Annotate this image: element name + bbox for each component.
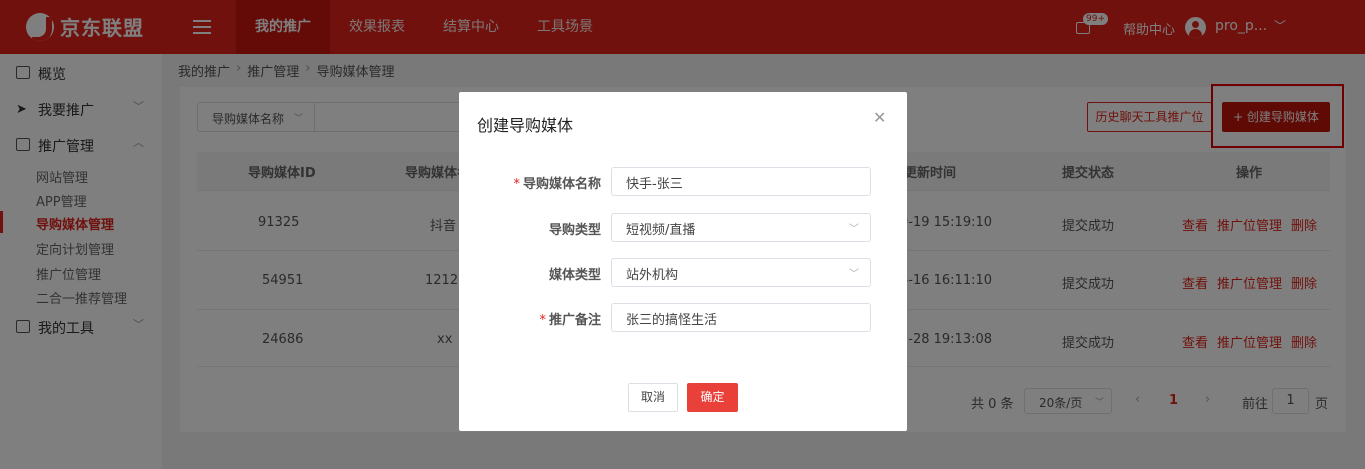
field-label-media-type: 媒体类型 <box>548 268 601 283</box>
field-label-text: 导购媒体名称 <box>522 177 601 192</box>
create-media-dialog: 创建导购媒体 ✕ * 导购媒体名称 快手-张三 导购类型 短视频/直播 ﹀ 媒体类… <box>459 92 907 431</box>
guide-type-select[interactable]: 短视频/直播 ﹀ <box>611 213 871 242</box>
required-mark: * <box>539 313 546 328</box>
field-label-text: 推广备注 <box>548 313 601 328</box>
field-label-remark: * 推广备注 <box>499 309 601 328</box>
chevron-down-icon: ﹀ <box>849 224 859 235</box>
media-type-select[interactable]: 站外机构 ﹀ <box>611 258 871 287</box>
confirm-button[interactable]: 确定 <box>687 383 738 412</box>
remark-input[interactable]: 张三的搞怪生活 <box>611 303 871 332</box>
close-icon[interactable]: ✕ <box>873 108 886 127</box>
chevron-down-icon: ﹀ <box>849 269 859 280</box>
required-mark: * <box>513 177 520 192</box>
field-label-guide-type: 导购类型 <box>548 223 601 238</box>
field-label-media-name: * 导购媒体名称 <box>499 173 601 192</box>
dialog-title: 创建导购媒体 <box>477 116 574 135</box>
media-type-value: 站外机构 <box>626 268 679 283</box>
media-name-input[interactable]: 快手-张三 <box>611 167 871 196</box>
guide-type-value: 短视频/直播 <box>626 223 696 238</box>
cancel-button[interactable]: 取消 <box>628 383 678 412</box>
